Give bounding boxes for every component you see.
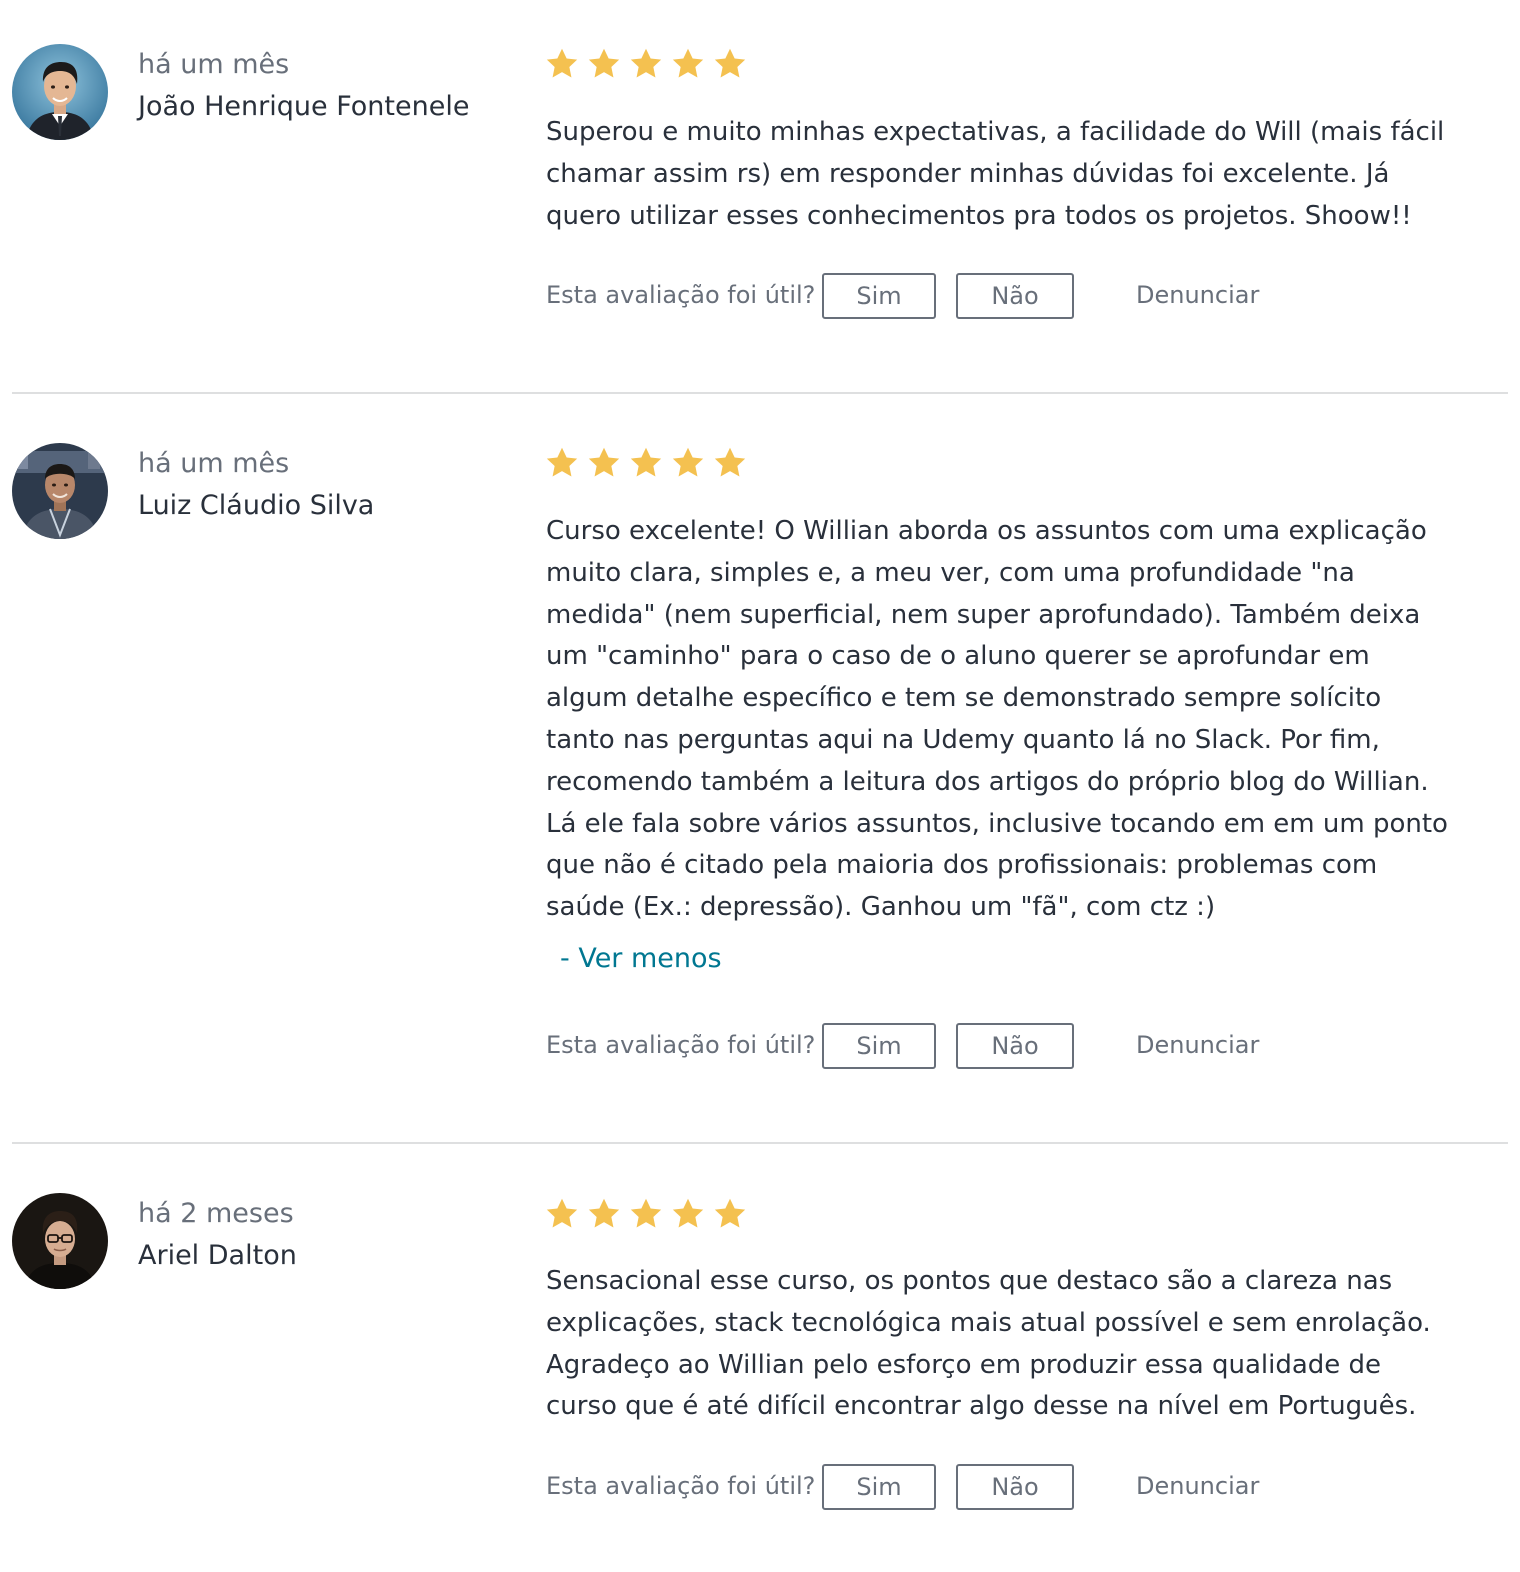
report-link[interactable]: Denunciar: [1136, 1468, 1259, 1504]
review-divider: [12, 1142, 1508, 1144]
star-icon: [588, 1198, 620, 1228]
star-icon: [714, 48, 746, 78]
review-text-line: Superou e muito minhas expectativas, a f…: [546, 117, 1445, 147]
star-icon: [630, 48, 662, 78]
review-text: Superou e muito minhas expectativas, a f…: [546, 112, 1510, 237]
star-icon: [630, 447, 662, 477]
review-text-line: medida" (nem superficial, nem super apro…: [546, 599, 1421, 630]
review-text-line: recomendo também a leitura dos artigos d…: [546, 766, 1429, 797]
review-divider: [12, 392, 1508, 394]
helpful-question: Esta avaliação foi útil?: [546, 1472, 816, 1500]
review-date: há um mês: [138, 49, 290, 80]
star-icon: [714, 1198, 746, 1228]
star-icon: [546, 1198, 578, 1228]
star-icon: [588, 447, 620, 477]
star-icon: [672, 447, 704, 477]
helpful-no-button[interactable]: Não: [956, 1023, 1074, 1069]
review-text-line: saúde (Ex.: depressão). Ganhou um "fã", …: [546, 892, 1216, 923]
avatar[interactable]: [12, 1193, 108, 1289]
star-icon: [546, 447, 578, 477]
review-date: há 2 meses: [138, 1198, 294, 1229]
helpful-feedback: Esta avaliação foi útil? Sim Não Denunci…: [546, 1023, 1306, 1069]
review-text: Sensacional esse curso, os pontos que de…: [546, 1261, 1510, 1428]
review-text-line: chamar assim rs) em responder minhas dúv…: [546, 158, 1390, 189]
show-less-link[interactable]: - Ver menos: [560, 941, 722, 977]
review-text-line: Lá ele fala sobre vários assuntos, inclu…: [546, 808, 1448, 839]
avatar[interactable]: [12, 44, 108, 140]
helpful-question: Esta avaliação foi útil?: [546, 281, 816, 309]
star-icon: [672, 48, 704, 78]
star-rating: [544, 46, 748, 82]
star-icon: [630, 1198, 662, 1228]
helpful-feedback: Esta avaliação foi útil? Sim Não Denunci…: [546, 1464, 1306, 1510]
helpful-yes-button[interactable]: Sim: [822, 1023, 936, 1069]
review-text-line: quero utilizar esses conhecimentos pra t…: [546, 200, 1412, 231]
review-text-line: curso que é até difícil encontrar algo d…: [546, 1391, 1417, 1422]
reviewer-name: Ariel Dalton: [138, 1240, 297, 1271]
reviewer-name: Luiz Cláudio Silva: [138, 490, 375, 521]
review-text-line: Agradeço ao Willian pelo esforço em prod…: [546, 1349, 1382, 1380]
review-text-line: Curso excelente! O Willian aborda os ass…: [546, 516, 1427, 546]
review-text-line: Sensacional esse curso, os pontos que de…: [546, 1266, 1393, 1296]
star-rating: [544, 1196, 748, 1232]
report-link[interactable]: Denunciar: [1136, 1027, 1259, 1063]
star-icon: [714, 447, 746, 477]
helpful-feedback: Esta avaliação foi útil? Sim Não Denunci…: [546, 273, 1306, 319]
star-icon: [588, 48, 620, 78]
star-rating: [544, 445, 748, 481]
report-link[interactable]: Denunciar: [1136, 277, 1259, 313]
review-text-line: tanto nas perguntas aqui na Udemy quanto…: [546, 724, 1380, 755]
star-icon: [546, 48, 578, 78]
avatar-image: [12, 44, 108, 140]
helpful-question: Esta avaliação foi útil?: [546, 1031, 816, 1059]
review-text-line: que não é citado pela maioria dos profis…: [546, 850, 1378, 881]
reviewer-name: João Henrique Fontenele: [138, 91, 470, 122]
review-text: Curso excelente! O Willian aborda os ass…: [546, 511, 1510, 929]
avatar-image: [12, 1193, 108, 1289]
helpful-yes-button[interactable]: Sim: [822, 1464, 936, 1510]
helpful-no-button[interactable]: Não: [956, 1464, 1074, 1510]
review-text-line: explicações, stack tecnológica mais atua…: [546, 1307, 1431, 1338]
review-text-line: algum detalhe específico e tem se demons…: [546, 683, 1382, 714]
avatar[interactable]: [12, 443, 108, 539]
star-icon: [672, 1198, 704, 1228]
avatar-image: [12, 443, 108, 539]
helpful-yes-button[interactable]: Sim: [822, 273, 936, 319]
review-date: há um mês: [138, 448, 290, 479]
review-text-line: um "caminho" para o caso de o aluno quer…: [546, 641, 1370, 672]
review-text-line: muito clara, simples e, a meu ver, com u…: [546, 557, 1355, 588]
helpful-no-button[interactable]: Não: [956, 273, 1074, 319]
